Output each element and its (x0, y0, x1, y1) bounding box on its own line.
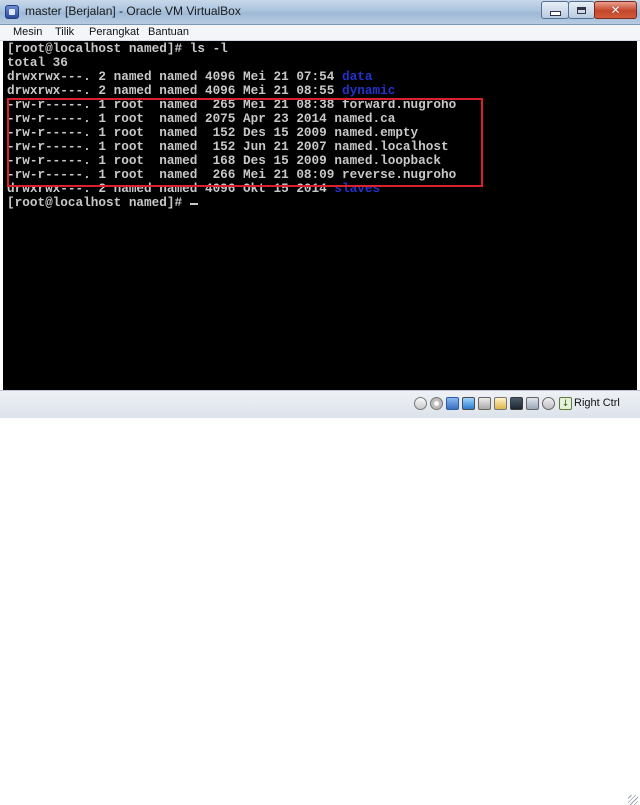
highlight-box (7, 98, 483, 187)
network-icon[interactable] (462, 397, 475, 410)
host-key-label: Right Ctrl (574, 397, 620, 409)
total-line: total 36 (7, 55, 68, 70)
menu-mesin[interactable]: Mesin (13, 26, 42, 38)
minimize-icon (549, 11, 561, 16)
hard-disk-icon[interactable] (414, 397, 427, 410)
close-button[interactable]: ✕ (594, 1, 637, 19)
listing-row: drwxrwx---. 2 named named 4096 Mei 21 07… (7, 70, 372, 84)
status-bar: ↓ Right Ctrl (0, 390, 640, 805)
directory-name: dynamic (342, 83, 396, 98)
display-icon[interactable] (510, 397, 523, 410)
menu-bantuan[interactable]: Bantuan (148, 26, 189, 38)
shared-folders-icon[interactable] (494, 397, 507, 410)
shell-prompt: [root@localhost named]# (7, 195, 190, 210)
file-attributes: drwxrwx---. 2 named named 4096 Mei 21 08… (7, 83, 343, 98)
shell-prompt-line: [root@localhost named]# (7, 196, 198, 210)
vm-console[interactable]: [root@localhost named]# ls -l total 36 d… (3, 41, 637, 390)
mouse-integration-icon[interactable] (542, 397, 555, 410)
text-cursor (189, 203, 198, 205)
menu-perangkat[interactable]: Perangkat (89, 26, 139, 38)
floppy-icon[interactable] (446, 397, 459, 410)
listing-row: drwxrwx---. 2 named named 4096 Mei 21 08… (7, 84, 395, 98)
command-prompt: [root@localhost named]# ls -l (7, 41, 228, 56)
maximize-button[interactable] (568, 1, 595, 19)
close-icon: ✕ (610, 3, 621, 17)
window-title: master [Berjalan] - Oracle VM VirtualBox (25, 4, 241, 18)
menu-bar: Mesin Tilik Perangkat Bantuan (0, 25, 640, 41)
virtualbox-icon (5, 5, 19, 19)
file-attributes: drwxrwx---. 2 named named 4096 Mei 21 07… (7, 69, 343, 84)
usb-icon[interactable] (478, 397, 491, 410)
minimize-button[interactable] (541, 1, 569, 19)
directory-name: data (342, 69, 373, 84)
title-bar: master [Berjalan] - Oracle VM VirtualBox… (0, 0, 640, 25)
resize-grip[interactable] (628, 795, 638, 805)
menu-tilik[interactable]: Tilik (55, 26, 74, 38)
video-capture-icon[interactable] (526, 397, 539, 410)
host-key-arrow-icon: ↓ (559, 397, 572, 410)
maximize-icon (577, 6, 586, 14)
optical-disk-icon[interactable] (430, 397, 443, 410)
